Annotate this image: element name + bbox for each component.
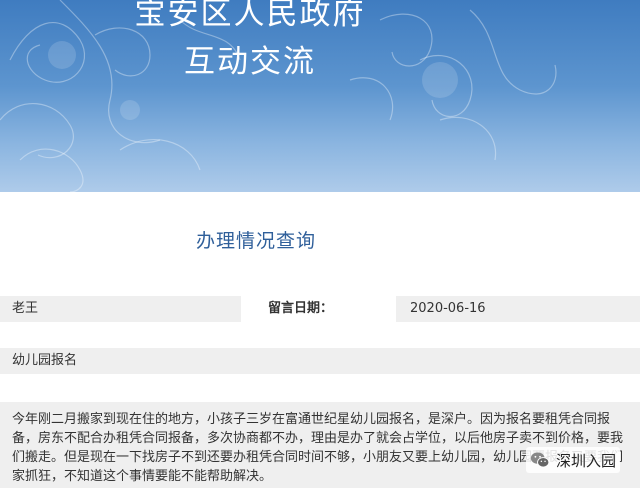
author-field: 老王: [0, 296, 241, 322]
header-banner: 宝安区人民政府 互动交流: [0, 0, 640, 192]
section-title: 办理情况查询: [196, 230, 317, 252]
wechat-watermark: 深圳入园: [526, 447, 621, 473]
date-label: 留言日期：: [254, 296, 390, 322]
message-body: 今年刚二月搬家到现在住的地方，小孩子三岁在富通世纪星幼儿园报名，是深户。因为报名…: [0, 402, 640, 488]
subject-field: 幼儿园报名: [0, 348, 640, 374]
watermark-text: 深圳入园: [556, 451, 617, 470]
date-field: 2020-06-16: [396, 296, 640, 322]
site-subtitle: 互动交流: [184, 44, 316, 80]
site-title: 宝安区人民政府: [134, 0, 366, 32]
wechat-icon: [530, 452, 550, 468]
